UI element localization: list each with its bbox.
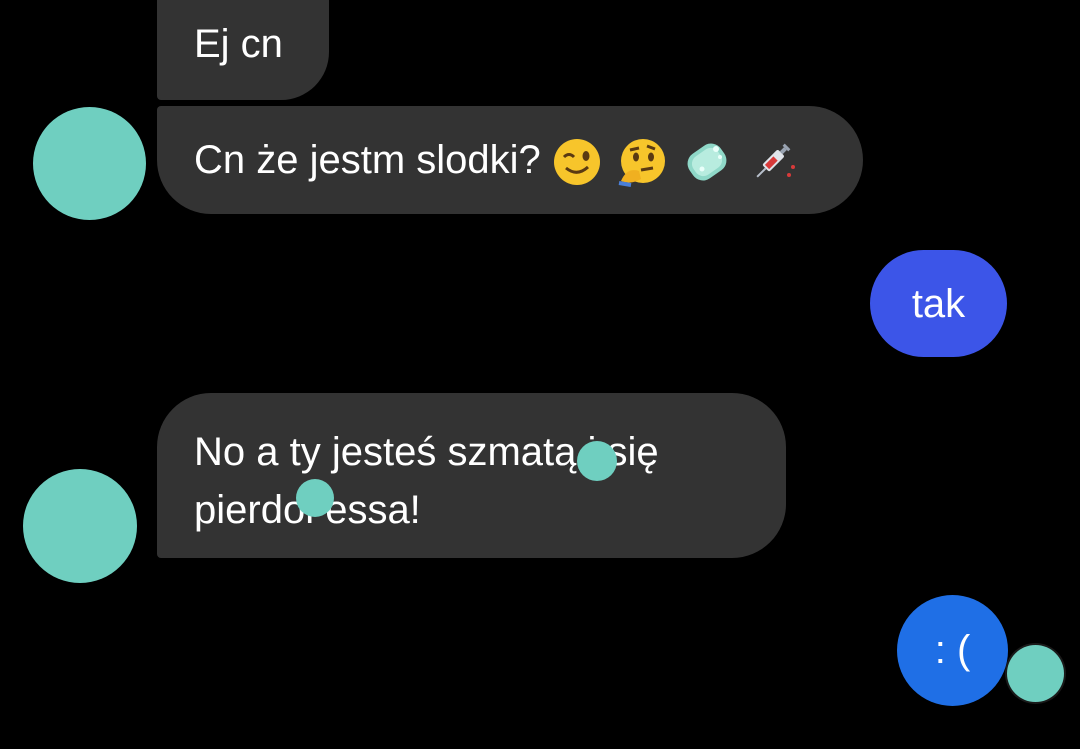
- outgoing-message-bubble[interactable]: : (: [897, 595, 1008, 706]
- incoming-message-bubble[interactable]: Cn że jestm slodki?: [157, 106, 863, 214]
- message-text: tak: [911, 282, 966, 326]
- syringe-icon: [756, 144, 796, 178]
- sender-avatar[interactable]: [33, 107, 146, 220]
- thinking-face-icon: [618, 139, 666, 188]
- message-text: Ej cn: [194, 22, 283, 66]
- redaction-dot: [577, 441, 617, 481]
- message-text: : (: [934, 628, 971, 672]
- incoming-message-bubble[interactable]: Ej cn: [157, 0, 329, 100]
- message-text-line: No a ty jesteś szmatą i się: [194, 430, 659, 474]
- soap-icon: [687, 143, 727, 181]
- incoming-message-bubble[interactable]: No a ty jesteś szmatą i się pierdol essa…: [157, 393, 786, 558]
- sender-avatar[interactable]: [23, 469, 137, 583]
- outgoing-message-bubble[interactable]: tak: [870, 250, 1007, 357]
- redaction-dot: [296, 479, 334, 517]
- message-text: Cn że jestm slodki?: [194, 138, 541, 182]
- winking-face-icon: [553, 139, 600, 186]
- read-receipt-avatar: [1007, 645, 1064, 702]
- message-text-line: pierdol essa!: [194, 488, 421, 532]
- chat-thread: Ej cn Cn że jestm slodki? tak No a ty je…: [0, 0, 1080, 749]
